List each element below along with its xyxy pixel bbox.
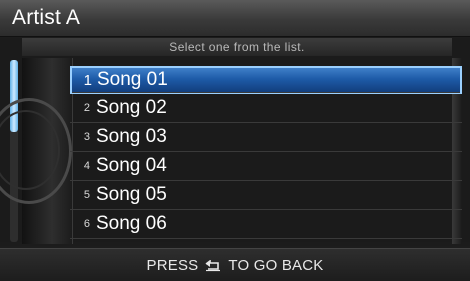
dial-decoration <box>0 58 73 244</box>
list-item[interactable]: 1 Song 01 <box>70 66 462 94</box>
item-number: 1 <box>83 71 92 89</box>
song-list-screen: Artist A Select one from the list. 1 Son… <box>0 0 470 281</box>
item-number: 4 <box>83 160 90 172</box>
item-label: Song 03 <box>96 126 167 147</box>
page-title: Artist A <box>12 6 81 29</box>
header-bar: Artist A <box>0 0 470 37</box>
item-number: 5 <box>83 189 90 201</box>
list-item[interactable]: 6 Song 06 <box>70 210 462 239</box>
instruction-text: Select one from the list. <box>22 38 452 56</box>
item-number: 3 <box>83 131 90 143</box>
list-item[interactable]: 5 Song 05 <box>70 181 462 210</box>
list-item[interactable]: 4 Song 04 <box>70 152 462 181</box>
song-list: 1 Song 01 2 Song 02 3 Song 03 4 Song 04 … <box>70 66 462 239</box>
list-item[interactable]: 3 Song 03 <box>70 123 462 152</box>
item-label: Song 02 <box>96 97 167 118</box>
item-number: 2 <box>83 102 90 114</box>
item-label: Song 05 <box>96 184 167 205</box>
back-arrow-icon <box>204 259 222 272</box>
item-label: Song 06 <box>96 213 167 234</box>
item-label: Song 04 <box>96 155 167 176</box>
item-label: Song 01 <box>97 69 168 90</box>
list-item[interactable]: 2 Song 02 <box>70 94 462 123</box>
footer-text-before: PRESS <box>146 256 199 274</box>
footer-text-after: TO GO BACK <box>228 256 324 274</box>
footer-hint: PRESS TO GO BACK <box>0 248 470 281</box>
item-number: 6 <box>83 218 90 230</box>
